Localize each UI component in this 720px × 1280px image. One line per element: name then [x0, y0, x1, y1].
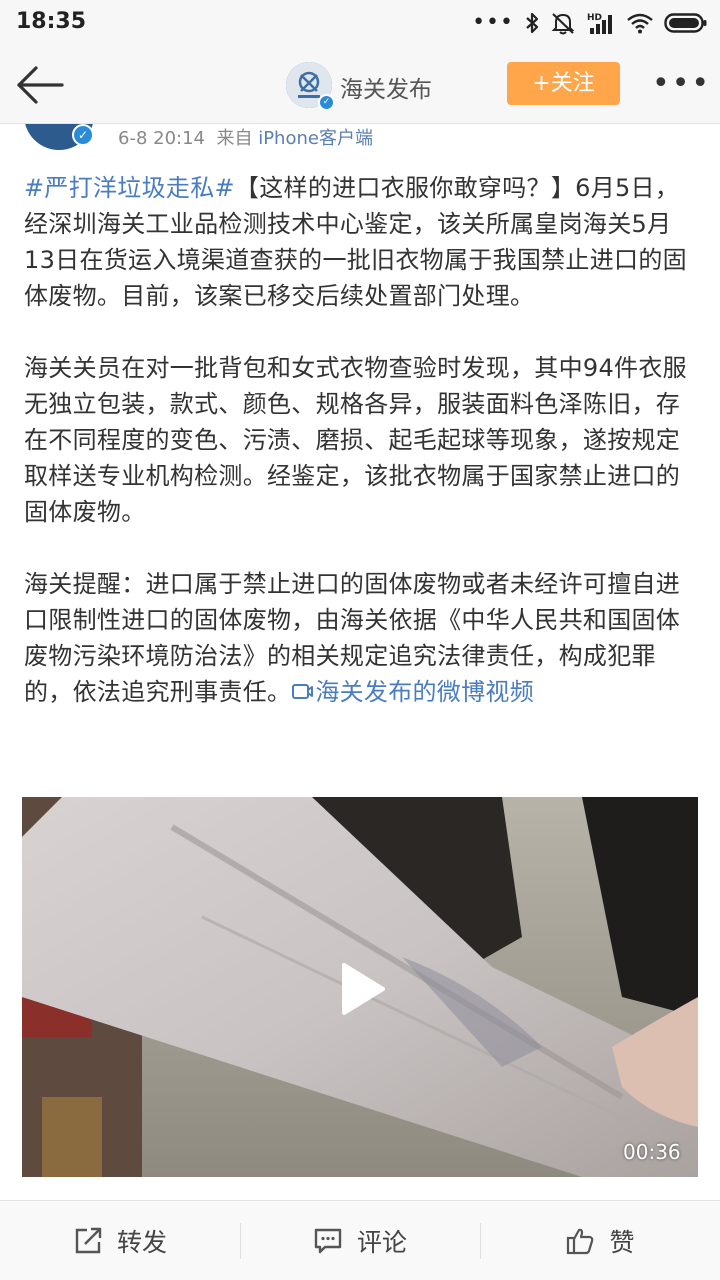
- like-label: 赞: [609, 1228, 635, 1257]
- post-paragraph: 海关关员在对一批背包和女式衣物查验时发现，其中94件衣服无独立包装，款式、颜色、…: [24, 354, 687, 526]
- status-icons: ••• HD: [472, 8, 708, 38]
- follow-button[interactable]: +关注: [507, 62, 620, 105]
- video-link-text: 海关发布的微博视频: [315, 678, 535, 706]
- post-paragraph: #严打洋垃圾走私#【这样的进口衣服你敢穿吗？】6月5日，经深圳海关工业品检测技术…: [24, 170, 700, 314]
- battery-icon: [664, 12, 708, 34]
- post-meta: ✓ 6-8 20:14 来自 iPhone客户端: [0, 124, 720, 154]
- like-button[interactable]: 赞: [480, 1201, 720, 1280]
- post-content: #严打洋垃圾走私#【这样的进口衣服你敢穿吗？】6月5日，经深圳海关工业品检测技术…: [24, 170, 700, 710]
- account-avatar[interactable]: ✓: [286, 62, 335, 111]
- post-source[interactable]: iPhone客户端: [258, 128, 373, 149]
- comment-label: 评论: [356, 1228, 407, 1257]
- comment-icon: [314, 1228, 342, 1254]
- repost-label: 转发: [116, 1228, 167, 1257]
- post-paragraph: 海关提醒：进口属于禁止进口的固体废物或者未经许可擅自进口限制性进口的固体废物，由…: [24, 566, 700, 710]
- status-time: 18:35: [16, 9, 87, 34]
- page-title: 海关发布: [340, 77, 432, 103]
- share-icon: [75, 1227, 102, 1254]
- status-bar: 18:35 ••• HD: [0, 0, 720, 46]
- action-bar: 转发 评论 赞: [0, 1200, 720, 1280]
- post-time: 6-8 20:14: [118, 128, 205, 149]
- video-link[interactable]: 海关发布的微博视频: [291, 678, 534, 706]
- hd-signal-icon: HD: [586, 11, 616, 35]
- wifi-icon: [626, 12, 654, 34]
- more-options-button[interactable]: •••: [652, 64, 709, 104]
- post-meta-text: 6-8 20:14 来自 iPhone客户端: [118, 124, 373, 150]
- nav-bar: ✓ 海关发布 +关注 •••: [0, 46, 720, 124]
- mute-icon: [550, 11, 576, 35]
- comment-button[interactable]: 评论: [240, 1201, 480, 1280]
- video-link-icon: [292, 684, 314, 699]
- thumbs-up-icon: [567, 1228, 594, 1255]
- verified-badge-icon: ✓: [318, 94, 335, 111]
- play-icon[interactable]: [340, 962, 386, 1016]
- hashtag-link[interactable]: #严打洋垃圾走私#: [24, 174, 235, 202]
- svg-text:HD: HD: [587, 13, 602, 23]
- post-source-prefix: 来自: [216, 128, 253, 149]
- bluetooth-icon: [524, 11, 540, 35]
- back-button[interactable]: [14, 62, 68, 108]
- author-avatar[interactable]: ✓: [24, 124, 94, 150]
- video-duration: 00:36: [623, 1140, 681, 1164]
- arrow-left-icon: [17, 66, 64, 104]
- verified-badge-icon: ✓: [72, 124, 94, 146]
- notification-dots: •••: [472, 10, 514, 35]
- repost-button[interactable]: 转发: [0, 1201, 240, 1280]
